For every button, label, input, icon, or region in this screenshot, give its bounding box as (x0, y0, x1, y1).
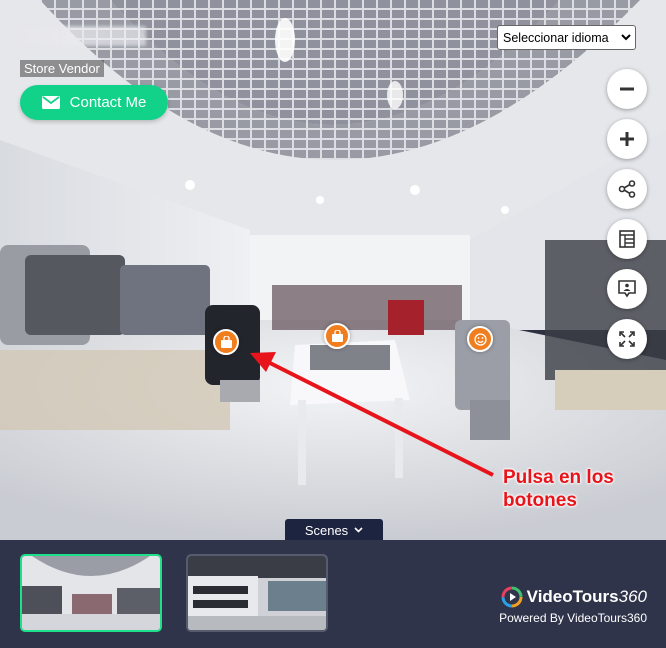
message-icon (618, 280, 636, 298)
powered-by-text: Powered By VideoTours360 (499, 611, 647, 625)
message-button[interactable] (607, 269, 647, 309)
vendor-name: Store Vendor (20, 60, 104, 77)
panel-layout-button[interactable] (607, 219, 647, 259)
envelope-icon (41, 96, 60, 109)
scene-thumbnail-2[interactable] (186, 554, 328, 632)
videotours-logo-icon (501, 586, 523, 608)
panel-layout-icon (619, 230, 635, 248)
annotation-line-1: Pulsa en los (503, 467, 614, 488)
contact-me-label: Contact Me (69, 94, 147, 111)
product-hotspot-table[interactable] (324, 323, 350, 349)
shopping-bag-icon (331, 330, 343, 342)
annotation-text: Pulsa en los botones (503, 466, 653, 512)
info-hotspot-mannequin[interactable] (467, 326, 493, 352)
vendor-info: Store Vendor (20, 26, 146, 78)
share-button[interactable] (607, 169, 647, 209)
shopping-bag-icon (220, 336, 232, 348)
fullscreen-icon (619, 331, 635, 347)
chevron-down-icon (354, 527, 363, 533)
share-icon (618, 180, 636, 198)
zoom-out-icon (620, 87, 634, 91)
language-select[interactable]: Seleccionar idioma (497, 25, 636, 50)
brand-name-italic: 360 (618, 587, 647, 606)
brand-block: VideoTours360 Powered By VideoTours360 (499, 586, 647, 625)
scenes-label: Scenes (304, 522, 349, 538)
contact-me-button[interactable]: Contact Me (20, 85, 168, 120)
zoom-out-button[interactable] (607, 69, 647, 109)
zoom-in-button[interactable] (607, 119, 647, 159)
zoom-in-icon (620, 132, 634, 146)
language-select-value: Seleccionar idioma (503, 30, 609, 45)
scenes-toggle[interactable]: Scenes (285, 519, 383, 541)
fullscreen-button[interactable] (607, 319, 647, 359)
annotation-line-2: botones (503, 490, 577, 511)
smiley-icon (473, 332, 487, 346)
product-hotspot-jacket[interactable] (213, 329, 239, 355)
brand-name-bold: VideoTours (526, 587, 619, 606)
vendor-blurred-name (20, 26, 146, 46)
scene-strip: VideoTours360 Powered By VideoTours360 (0, 540, 666, 648)
panorama-view[interactable] (0, 0, 666, 540)
scene-thumbnail-1[interactable] (20, 554, 162, 632)
chevron-down-icon (621, 34, 631, 41)
